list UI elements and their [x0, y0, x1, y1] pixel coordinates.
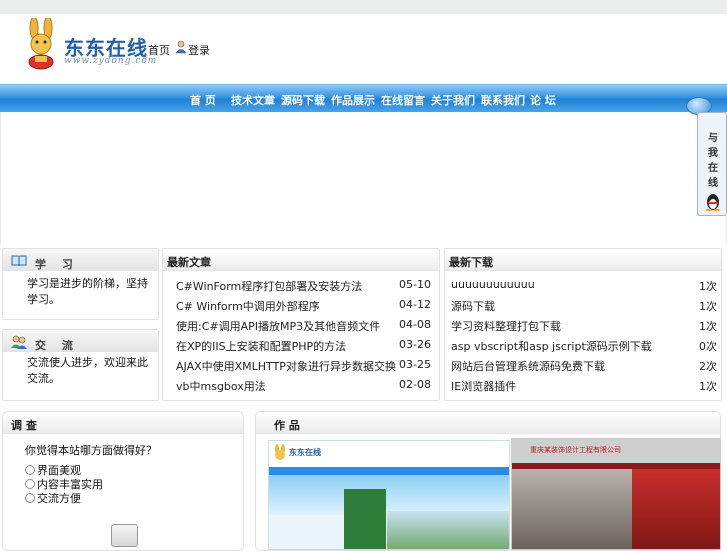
nav-item-contact[interactable]: 联系我们: [481, 92, 525, 108]
downloads-header: 最新下载: [445, 249, 721, 271]
shot2-photo-right: [632, 469, 720, 549]
article-date: 03-26: [399, 338, 431, 351]
exchange-title: 交 流: [35, 339, 79, 352]
vote-question: 你觉得本站哪方面做得好？: [25, 444, 157, 457]
works-title: 作 品: [274, 419, 300, 432]
article-title[interactable]: C# Winform中调用外部程序: [176, 298, 320, 314]
articles-box: 最新文章 C#WinForm程序打包部署及安装方法 05-10 C# Winfo…: [162, 248, 440, 401]
nav-item-guestbook[interactable]: 在线留言: [381, 92, 425, 108]
download-title[interactable]: asp vbscript和asp jscript源码示例下载: [451, 338, 652, 354]
article-date: 04-12: [399, 298, 431, 311]
nav-item-articles[interactable]: 技术文章: [231, 92, 275, 108]
shot-nav: [269, 467, 509, 475]
site-header: 东东在线 www.zydong.com 首页 登录: [0, 14, 727, 84]
works-header: 作 品: [256, 412, 720, 434]
vote-submit-button[interactable]: [111, 524, 138, 547]
online-chat-widget[interactable]: 与 我 在 线: [697, 112, 727, 216]
download-row[interactable]: 网站后台管理系统源码免费下载 2次: [445, 355, 721, 375]
article-row[interactable]: vb中msgbox用法 02-08: [163, 375, 439, 395]
download-title[interactable]: IE浏览器插件: [451, 378, 516, 394]
radio-button[interactable]: [25, 493, 35, 503]
vote-header: 调 查: [3, 412, 243, 434]
download-row[interactable]: uuuuuuuuuuuu 1次: [445, 275, 721, 295]
chat-char-1: 与: [708, 133, 718, 144]
rabbit-logo-icon[interactable]: [22, 18, 60, 70]
download-row[interactable]: 源码下载 1次: [445, 295, 721, 315]
article-title[interactable]: C#WinForm程序打包部署及安装方法: [176, 278, 362, 294]
shot-city: [387, 511, 509, 549]
nav-item-about[interactable]: 关于我们: [431, 92, 475, 108]
download-title[interactable]: 学习资料整理打包下载: [451, 318, 561, 334]
work-screenshot[interactable]: 重庆某装饰设计工程有限公司: [511, 438, 721, 550]
shot2-photo-left: [512, 469, 632, 549]
article-row[interactable]: 在XP的IIS上安装和配置PHP的方法 03-26: [163, 335, 439, 355]
download-row[interactable]: IE浏览器插件 1次: [445, 375, 721, 395]
downloads-title: 最新下载: [449, 256, 493, 269]
article-title[interactable]: 在XP的IIS上安装和配置PHP的方法: [176, 338, 346, 354]
shot-banner: [269, 475, 509, 515]
nav-item-downloads[interactable]: 源码下载: [281, 92, 325, 108]
nav-item-works[interactable]: 作品展示: [331, 92, 375, 108]
download-title[interactable]: 源码下载: [451, 298, 495, 314]
article-row[interactable]: 使用:C#调用API播放MP3及其他音频文件 04-08: [163, 315, 439, 335]
nav-item-forum[interactable]: 论 坛: [530, 92, 556, 108]
download-count: 2次: [699, 360, 717, 373]
rabbit-logo-icon: [275, 444, 285, 460]
nav-item-home[interactable]: 首 页: [190, 92, 216, 108]
study-text: 学习是进步的阶梯，坚持学习。: [27, 277, 148, 306]
exchange-text: 交流使人进步，欢迎来此交流。: [27, 356, 148, 385]
users-icon: [11, 335, 27, 349]
study-title: 学 习: [35, 258, 79, 271]
study-box: 学 习 学习是进步的阶梯，坚持学习。: [2, 248, 159, 320]
vote-option[interactable]: 交流方便: [25, 490, 81, 506]
article-title[interactable]: vb中msgbox用法: [176, 378, 266, 394]
banner-area: [0, 112, 727, 245]
book-icon: [11, 255, 27, 267]
download-count: 1次: [699, 380, 717, 393]
download-count: 1次: [699, 280, 717, 293]
download-count: 1次: [699, 300, 717, 313]
article-date: 02-08: [399, 378, 431, 391]
article-date: 05-10: [399, 278, 431, 291]
vote-title: 调 查: [11, 419, 37, 432]
download-title[interactable]: 网站后台管理系统源码免费下载: [451, 358, 605, 374]
login-link[interactable]: 登录: [188, 42, 210, 58]
logo-url: www.zydong.com: [64, 56, 158, 66]
article-title[interactable]: AJAX中使用XMLHTTP对象进行异步数据交换: [176, 358, 396, 374]
articles-title: 最新文章: [167, 256, 211, 269]
top-strip: [0, 0, 727, 14]
shot-logo-text: 东东在线: [289, 448, 321, 457]
article-date: 04-08: [399, 318, 431, 331]
exchange-box: 交 流 交流使人进步，欢迎来此交流。: [2, 329, 159, 401]
home-link[interactable]: 首页: [148, 42, 170, 58]
download-count: 1次: [699, 320, 717, 333]
shot-block: [344, 489, 386, 549]
article-title[interactable]: 使用:C#调用API播放MP3及其他音频文件: [176, 318, 380, 334]
shot2-caption: 重庆某装饰设计工程有限公司: [530, 446, 621, 454]
qq-penguin-icon: [706, 194, 720, 211]
works-box: 作 品 东东在线 重庆某装饰设计工程有限公司: [255, 411, 721, 551]
chat-char-3: 在: [708, 163, 718, 174]
main-nav: 首 页 技术文章 源码下载 作品展示 在线留言 关于我们 联系我们 论 坛: [0, 84, 727, 112]
article-row[interactable]: C# Winform中调用外部程序 04-12: [163, 295, 439, 315]
download-count: 0次: [699, 340, 717, 353]
download-title[interactable]: uuuuuuuuuuuu: [451, 278, 535, 291]
chat-char-2: 我: [708, 148, 718, 159]
vote-box: 调 查 你觉得本站哪方面做得好？ 界面美观 内容丰富实用 交流方便: [2, 411, 244, 551]
chat-char-4: 线: [708, 178, 718, 189]
radio-button[interactable]: [25, 479, 35, 489]
work-screenshot[interactable]: 东东在线: [268, 440, 510, 550]
article-row[interactable]: C#WinForm程序打包部署及安装方法 05-10: [163, 275, 439, 295]
article-row[interactable]: AJAX中使用XMLHTTP对象进行异步数据交换 03-25: [163, 355, 439, 375]
vote-option-label: 交流方便: [37, 492, 81, 505]
download-row[interactable]: 学习资料整理打包下载 1次: [445, 315, 721, 335]
user-icon: [175, 40, 187, 54]
articles-header: 最新文章: [163, 249, 439, 271]
article-date: 03-25: [399, 358, 431, 371]
radio-button[interactable]: [25, 465, 35, 475]
downloads-box: 最新下载 uuuuuuuuuuuu 1次 源码下载 1次 学习资料整理打包下载 …: [444, 248, 722, 401]
download-row[interactable]: asp vbscript和asp jscript源码示例下载 0次: [445, 335, 721, 355]
